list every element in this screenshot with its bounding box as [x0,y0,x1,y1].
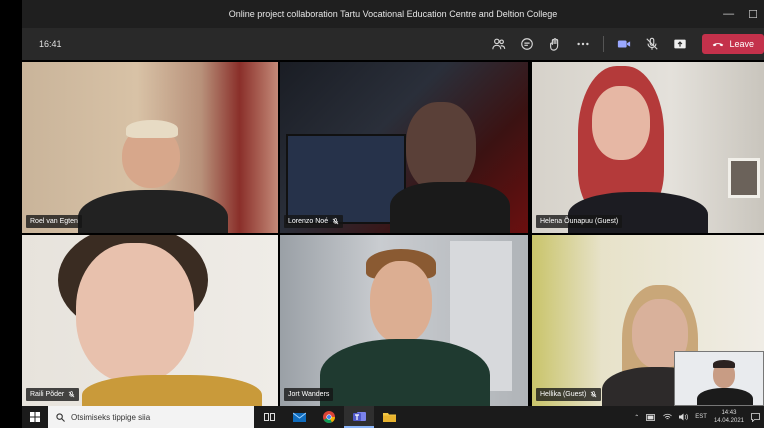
search-icon [56,412,65,422]
microphone-muted-icon [332,218,339,225]
video-tile-lorenzo[interactable]: Lorenzo Noé [280,62,528,233]
leave-label: Leave [729,39,754,49]
chrome-icon [323,411,335,423]
clock-date: 14.04.2021 [713,418,744,424]
share-screen-button[interactable] [666,28,694,60]
more-actions-button[interactable] [569,28,597,60]
taskbar-mail-app[interactable] [284,406,314,428]
camera-button[interactable] [610,28,638,60]
title-bar: Online project collaboration Tartu Vocat… [22,0,764,28]
participant-name-tag: Lorenzo Noé [284,215,344,228]
participant-video [592,86,650,160]
windows-taskbar: Otsimiseks tippige siia ⌃ EST 14:43 14.0… [22,406,764,428]
video-tile-hellika[interactable]: Hellika (Guest) [532,235,764,406]
video-tile-jort[interactable]: Jort Wanders [280,235,528,406]
people-icon [492,38,506,50]
notification-icon[interactable] [751,412,760,422]
video-tile-roel[interactable]: Roel van Egten [22,62,278,233]
picture-frame [728,158,760,198]
video-tile-raili[interactable]: Raili Põder [22,235,278,406]
maximize-button[interactable]: ☐ [748,8,758,21]
participants-button[interactable] [485,28,513,60]
teams-icon [352,412,366,421]
participant-body [390,182,510,233]
participant-video [370,261,432,343]
ellipsis-icon [577,42,590,46]
windows-logo-icon [30,412,40,422]
system-tray: ⌃ EST 14:43 14.04.2021 [634,406,764,428]
participant-video [406,102,476,192]
mail-icon [292,412,306,422]
participant-name: Roel van Egten [30,218,78,225]
start-button[interactable] [22,406,48,428]
video-grid: Roel van Egten Lorenzo Noé Helena Õunapu… [22,62,764,406]
participant-name: Hellika (Guest) [540,391,587,398]
self-view-body [697,388,753,405]
participant-name-tag: Raili Põder [26,388,80,401]
participant-body [320,339,490,406]
input-language[interactable]: EST [695,414,707,420]
meeting-controls: Leave [485,28,764,60]
participant-name: Helena Õunapuu (Guest) [540,218,619,225]
participant-name-tag: Hellika (Guest) [536,388,602,401]
participant-body [78,190,228,233]
chat-icon [521,38,534,50]
participant-name-tag: Helena Õunapuu (Guest) [536,215,623,228]
clock-time: 14:43 [721,410,737,416]
participant-hair [126,120,178,138]
phone-hangup-icon [713,43,724,47]
microphone-button[interactable] [638,28,666,60]
video-tile-helena[interactable]: Helena Õunapuu (Guest) [532,62,764,233]
self-view-hair [713,360,735,368]
participant-name: Jort Wanders [288,391,330,398]
taskbar-chrome-app[interactable] [314,406,344,428]
wifi-icon[interactable] [663,413,673,421]
task-view-icon [263,413,275,421]
taskbar-file-explorer-app[interactable] [374,406,404,428]
microphone-muted-icon [590,391,597,398]
taskbar-search-box[interactable]: Otsimiseks tippige siia [48,406,254,428]
participant-body [82,375,262,406]
toolbar-divider [603,36,605,52]
meeting-toolbar: 16:41 Leave [22,28,764,60]
participant-name: Raili Põder [30,391,65,398]
taskbar-clock[interactable]: 14:43 14.04.2021 [714,409,744,425]
battery-icon[interactable] [646,413,656,421]
participant-name-tag: Jort Wanders [284,388,334,401]
speaker-icon[interactable] [679,413,689,421]
leave-button[interactable]: Leave [702,34,764,54]
participant-video [76,243,194,383]
share-screen-icon [674,39,687,49]
chat-button[interactable] [513,28,541,60]
background-monitor [286,134,406,224]
microphone-muted-icon [68,391,75,398]
reactions-button[interactable] [541,28,569,60]
video-camera-icon [618,40,631,48]
task-view-button[interactable] [254,406,284,428]
taskbar-teams-app[interactable] [344,406,374,428]
microphone-muted-icon [646,37,659,50]
hand-icon [550,38,559,51]
window-controls: — ☐ [723,0,758,28]
participant-name-tag: Roel van Egten [26,215,82,228]
window-title: Online project collaboration Tartu Vocat… [228,9,558,19]
chevron-up-icon[interactable]: ⌃ [634,414,639,421]
minimize-button[interactable]: — [723,8,734,20]
self-view-video[interactable] [674,351,764,406]
teams-meeting-window: Online project collaboration Tartu Vocat… [0,0,764,428]
meeting-timer: 16:41 [39,39,62,49]
search-placeholder: Otsimiseks tippige siia [71,412,151,422]
folder-icon [382,413,396,422]
participant-name: Lorenzo Noé [288,218,329,225]
